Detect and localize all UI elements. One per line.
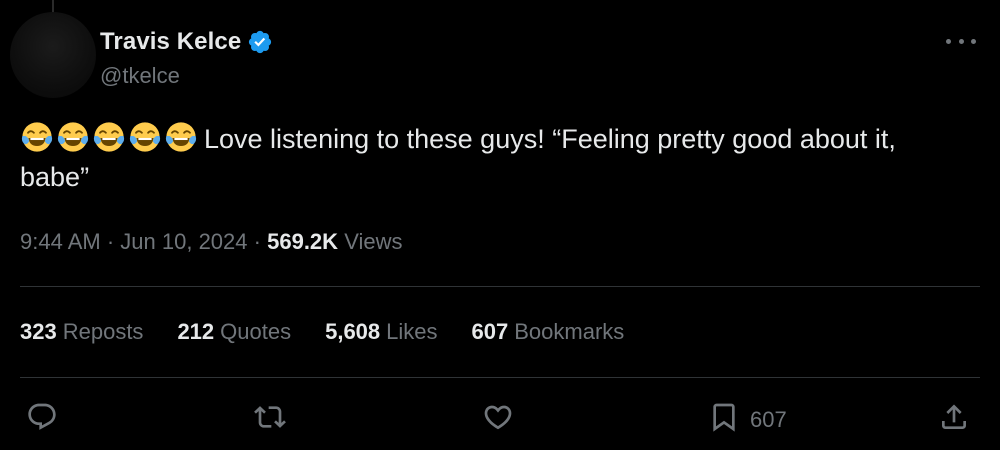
author-handle[interactable]: @tkelce xyxy=(100,63,180,89)
views-label: Views xyxy=(344,229,403,254)
stat-quotes[interactable]: 212 Quotes xyxy=(177,319,291,345)
tweet-text: Love listening to these guys! “Feeling p… xyxy=(20,120,970,196)
more-options-icon[interactable] xyxy=(946,34,976,48)
stat-count: 323 xyxy=(20,319,57,344)
stat-count: 212 xyxy=(177,319,215,344)
verified-badge-icon[interactable] xyxy=(247,29,273,55)
stat-count: 607 xyxy=(471,319,509,344)
share-icon xyxy=(938,401,970,439)
stat-reposts[interactable]: 323 Reposts xyxy=(20,319,143,345)
avatar[interactable] xyxy=(10,12,96,98)
engagement-stats: 323 Reposts 212 Quotes 5,608 Likes 607 Bookm… xyxy=(20,319,658,345)
repost-button[interactable] xyxy=(254,398,286,442)
tears-of-joy-emoji-icon xyxy=(21,122,53,152)
reply-button[interactable] xyxy=(26,398,58,442)
stat-label: Bookmarks xyxy=(514,319,625,344)
stat-likes[interactable]: 5,608 Likes xyxy=(325,319,437,345)
stat-label: Likes xyxy=(386,319,438,344)
bookmark-count: 607 xyxy=(750,407,787,432)
author-display-name[interactable]: Travis Kelce xyxy=(100,28,241,56)
stat-label: Quotes xyxy=(220,319,292,344)
tweet-time[interactable]: 9:44 AM xyxy=(20,229,101,254)
repost-icon xyxy=(254,401,286,439)
like-button[interactable] xyxy=(482,398,514,442)
tears-of-joy-emoji-icon xyxy=(57,122,89,152)
share-button[interactable] xyxy=(938,398,970,442)
tears-of-joy-emoji-icon xyxy=(165,122,197,152)
stat-count: 5,608 xyxy=(325,319,381,344)
tears-of-joy-emoji-icon xyxy=(93,122,125,152)
divider xyxy=(20,286,980,287)
reply-icon xyxy=(26,401,58,439)
tweet-date[interactable]: Jun 10, 2024 xyxy=(120,229,247,254)
stat-label: Reposts xyxy=(62,319,144,344)
bookmark-button[interactable]: 607 xyxy=(708,398,787,442)
meta-separator: · xyxy=(106,229,115,254)
tweet-detail: Travis Kelce @tkelce Love listening to t… xyxy=(0,0,1000,450)
heart-icon xyxy=(482,401,514,439)
views-count: 569.2K xyxy=(267,229,339,254)
tears-of-joy-emoji-icon xyxy=(129,122,161,152)
tweet-meta: 9:44 AM · Jun 10, 2024 · 569.2K Views xyxy=(20,229,402,255)
divider xyxy=(20,377,980,378)
bookmark-icon xyxy=(708,401,740,439)
action-bar: 607 xyxy=(0,398,1000,442)
stat-bookmarks[interactable]: 607 Bookmarks xyxy=(472,319,625,345)
meta-separator: · xyxy=(253,229,261,254)
author-name-row: Travis Kelce xyxy=(100,28,273,56)
emoji-group xyxy=(20,120,198,154)
